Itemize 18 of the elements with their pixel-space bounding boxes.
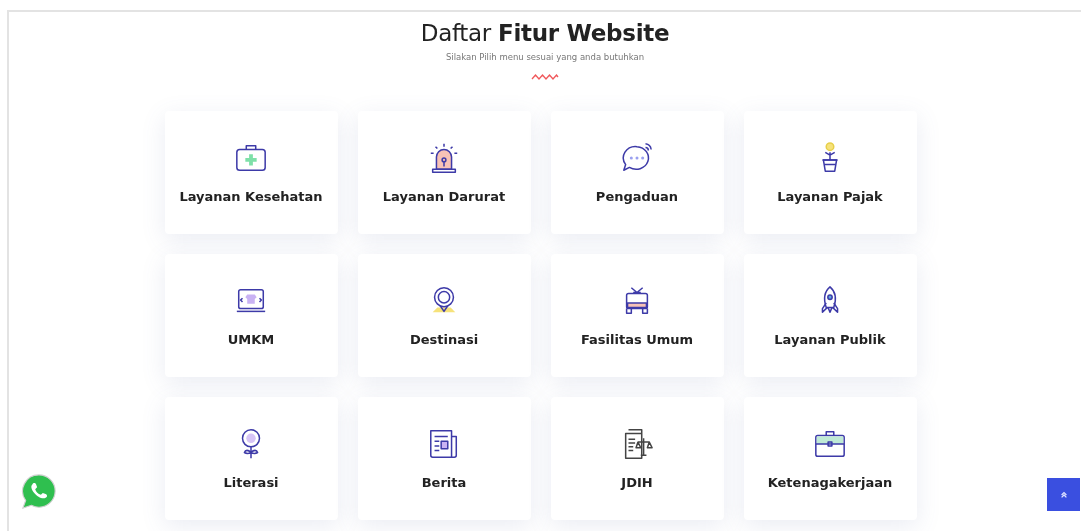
feature-card[interactable]: Pengaduan (550, 111, 724, 234)
feature-card[interactable]: Literasi (164, 397, 338, 520)
chevron-up-icon (1059, 490, 1068, 499)
feature-card[interactable]: JDIH (550, 397, 724, 520)
section-subtitle: Silakan Pilih menu sesuai yang anda butuhkan (445, 52, 645, 62)
feature-card[interactable]: Layanan Pajak (743, 111, 917, 234)
feature-card[interactable]: Layanan Darurat (357, 111, 531, 234)
whatsapp-button[interactable] (20, 473, 58, 511)
wave-divider (531, 74, 559, 80)
feature-card[interactable]: Destinasi (357, 254, 531, 377)
feature-card[interactable]: UMKM (164, 254, 338, 377)
scroll-top-button[interactable] (1047, 478, 1080, 511)
feature-card[interactable]: Ketenagakerjaan (743, 397, 917, 520)
feature-card[interactable]: Layanan Kesehatan (164, 111, 338, 234)
feature-card[interactable]: Layanan Publik (743, 254, 917, 377)
section-title: Daftar Fitur Website (420, 20, 670, 46)
feature-card[interactable]: Fasilitas Umum (550, 254, 724, 377)
feature-card[interactable]: Berita (357, 397, 531, 520)
